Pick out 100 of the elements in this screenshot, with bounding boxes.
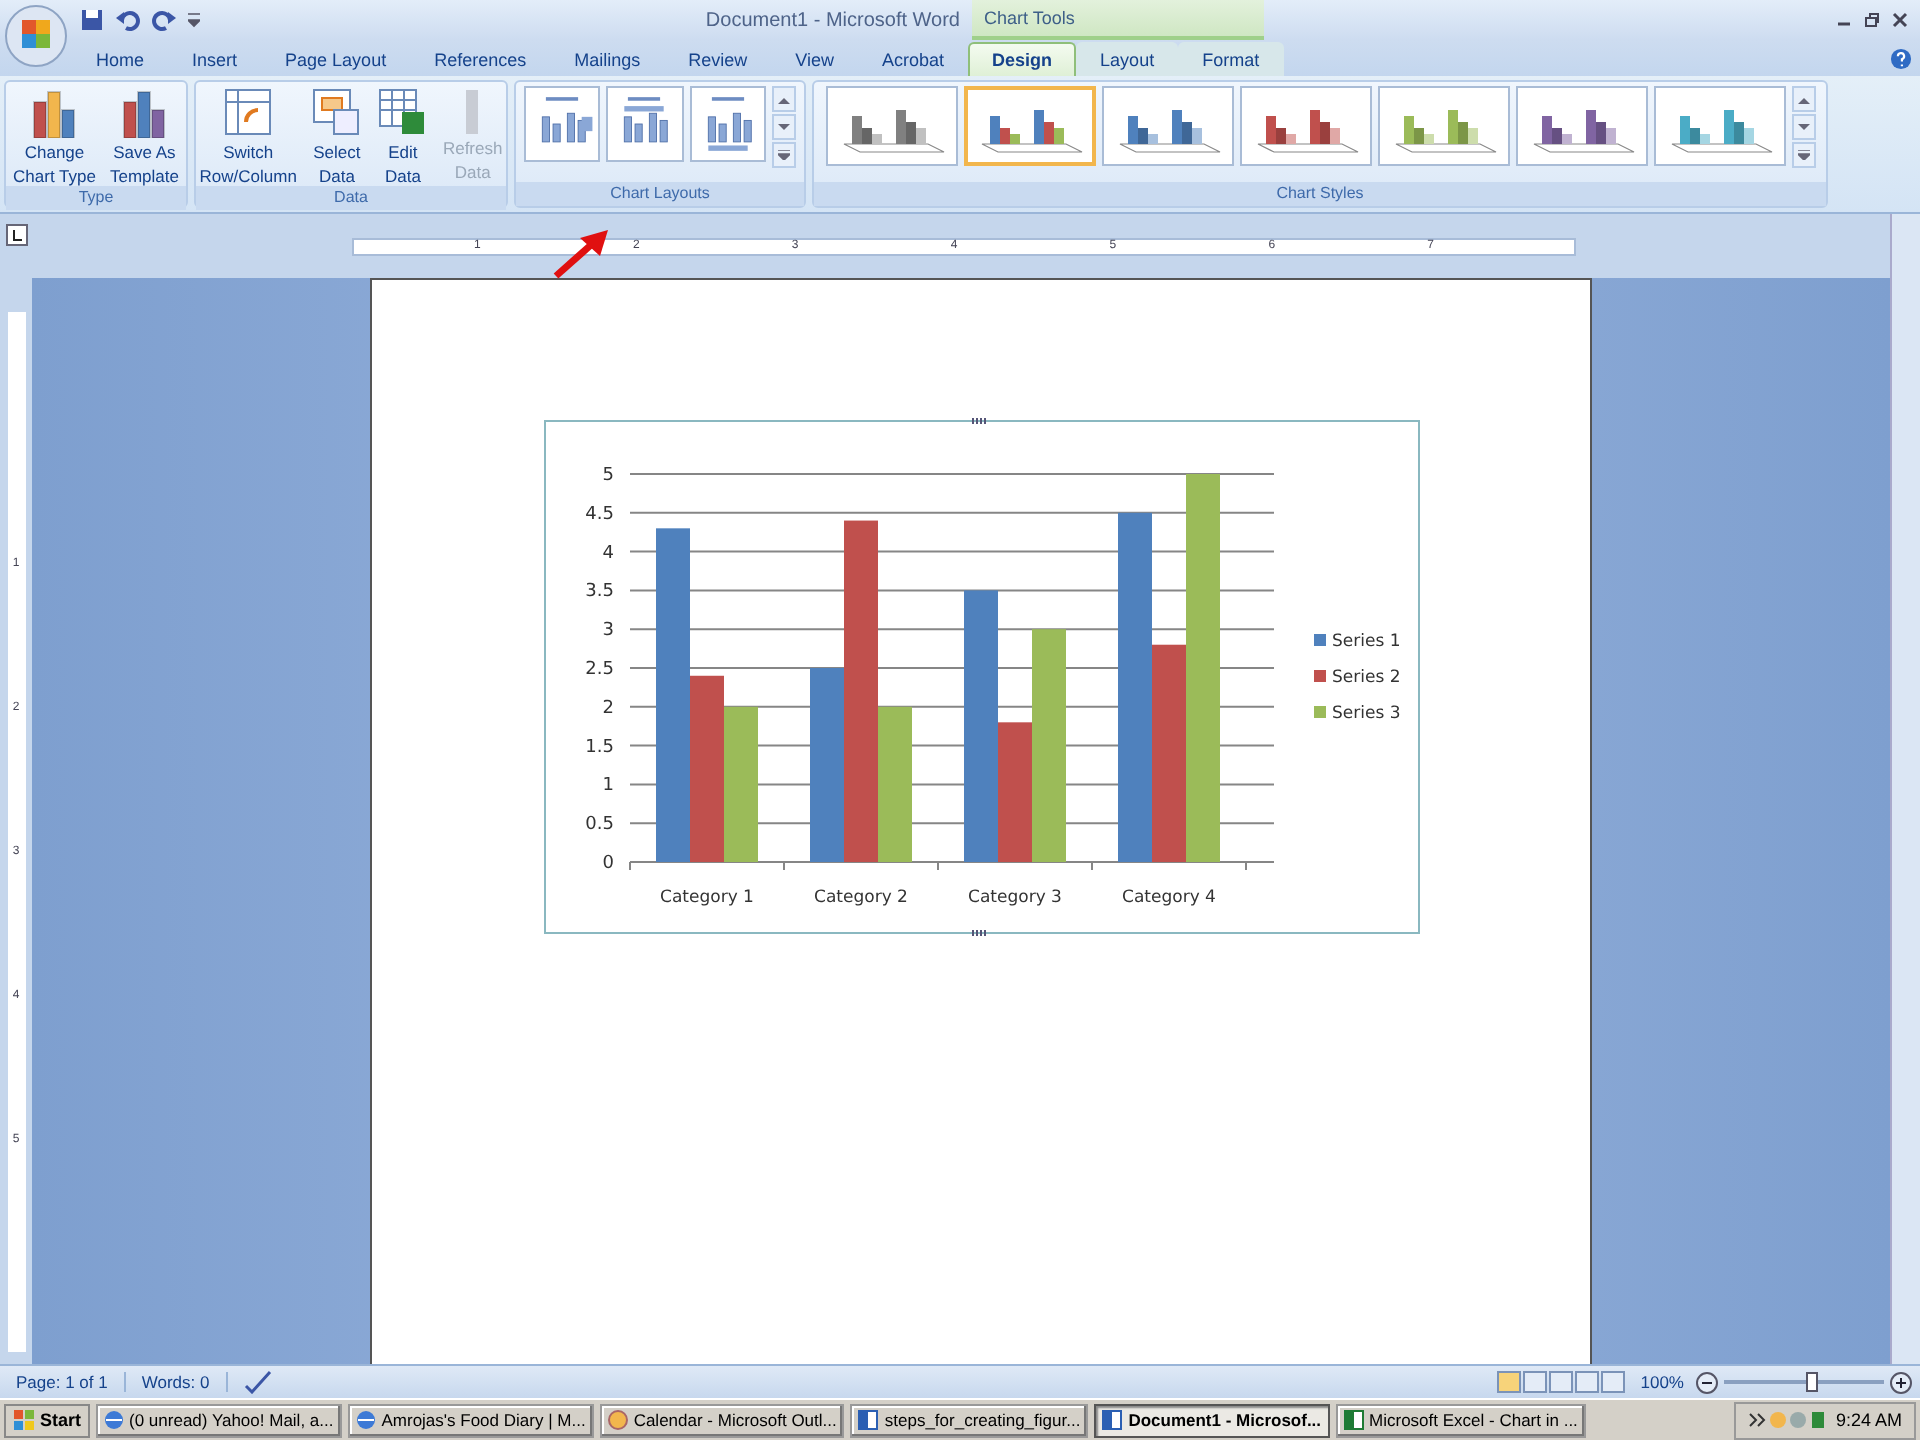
table-swap-icon <box>222 86 275 138</box>
ribbon-button[interactable]: Change Chart Type <box>9 86 100 186</box>
axis-label: 4.5 <box>584 504 613 525</box>
clock: 9:24 AM <box>1835 1410 1902 1430</box>
chart-style-option[interactable] <box>825 86 957 166</box>
taskbar-button[interactable]: Calendar - Microsoft Outl... <box>599 1403 845 1437</box>
ribbon-tab[interactable]: Home <box>72 42 169 76</box>
pointer-arrow <box>552 228 612 280</box>
page-count: Page: 1 of 1 <box>0 1372 126 1392</box>
group-label: Type <box>6 186 186 210</box>
category-label: Category 2 <box>813 888 907 908</box>
zoom-out-icon[interactable] <box>1696 1371 1718 1393</box>
tray-icons-drawing <box>1747 1410 1828 1430</box>
chart-style-option[interactable] <box>1515 86 1647 166</box>
window-title: Document1 - Microsoft Word <box>705 9 960 31</box>
axis-label: 4 <box>601 543 613 564</box>
ribbon-tab[interactable]: References <box>410 42 551 76</box>
close-icon[interactable] <box>1892 12 1908 28</box>
category-label: Category 4 <box>1121 888 1215 908</box>
view-buttons-icon[interactable] <box>1496 1370 1629 1394</box>
axis-label: 3 <box>601 621 613 642</box>
spreadsheet-icon <box>376 86 429 138</box>
down-arrow-icon <box>1797 123 1809 131</box>
ribbon-button[interactable]: Switch Row/Column <box>195 86 301 186</box>
undo-icon[interactable] <box>116 8 140 32</box>
help-icon[interactable] <box>1890 48 1912 70</box>
ribbon-tab[interactable]: Acrobat <box>858 42 969 76</box>
axis-label: 5 <box>601 466 613 486</box>
expand-icon <box>777 150 790 160</box>
group-label: Data <box>196 186 506 210</box>
chart-save-icon <box>118 86 171 138</box>
ribbon-button[interactable]: Save As Template <box>105 86 183 186</box>
document-icon <box>858 1410 879 1430</box>
ribbon-tab[interactable]: Layout <box>1076 42 1179 76</box>
chart-style-option[interactable] <box>1101 86 1233 166</box>
ribbon-tab[interactable]: Mailings <box>550 42 665 76</box>
taskbar-button[interactable]: (0 unread) Yahoo! Mail, a... <box>95 1403 342 1437</box>
legend-swatch <box>1313 670 1325 682</box>
chart-style-option[interactable] <box>1653 86 1785 166</box>
save-icon[interactable] <box>80 8 104 32</box>
taskbar-button[interactable]: Microsoft Excel - Chart in ... <box>1335 1403 1586 1437</box>
scroll-up-button[interactable] <box>771 86 796 112</box>
ribbon-button[interactable]: Edit Data <box>372 86 433 186</box>
windows-logo-icon <box>12 1408 36 1432</box>
bar-chart-icon <box>28 86 81 138</box>
legend-label: Series 2 <box>1331 668 1400 688</box>
start-button[interactable]: Start <box>4 1403 90 1437</box>
down-arrow-icon <box>777 123 790 131</box>
axis-label: 3.5 <box>584 582 613 603</box>
up-arrow-icon <box>1797 95 1809 103</box>
vertical-scrollbar[interactable] <box>1890 214 1920 1364</box>
ribbon-tab[interactable]: Design <box>968 42 1077 76</box>
globe-icon <box>355 1410 376 1430</box>
more-button[interactable] <box>771 142 796 168</box>
ribbon-tab[interactable]: Review <box>664 42 772 76</box>
chart-style-option[interactable] <box>1377 86 1509 166</box>
dropdown-icon[interactable] <box>188 12 200 28</box>
expand-icon <box>1797 150 1809 160</box>
ribbon-tab[interactable]: Page Layout <box>261 42 411 76</box>
taskbar-button[interactable]: Amrojas's Food Diary | M... <box>347 1403 594 1437</box>
table-chart-icon <box>310 86 363 138</box>
category-label: Category 3 <box>967 888 1061 908</box>
legend-swatch <box>1313 706 1325 718</box>
scroll-up-button[interactable] <box>1791 86 1815 112</box>
scroll-down-button[interactable] <box>1791 114 1815 140</box>
ribbon-tab[interactable]: Format <box>1178 42 1284 76</box>
axis-label: 2 <box>601 698 613 719</box>
chart-style-option[interactable] <box>1239 86 1371 166</box>
ribbon-button[interactable]: Select Data <box>306 86 367 186</box>
legend-label: Series 3 <box>1331 704 1400 724</box>
chart-layout-option[interactable] <box>606 86 684 162</box>
ribbon-tab[interactable]: View <box>771 42 858 76</box>
axis-label: 1 <box>601 776 613 797</box>
word-count: Words: 0 <box>125 1372 228 1392</box>
bar-chart-icon <box>462 86 483 134</box>
zoom-slider-thumb[interactable] <box>1806 1372 1818 1392</box>
more-button[interactable] <box>1791 142 1815 168</box>
taskbar-button[interactable]: steps_for_creating_figur... <box>850 1403 1089 1437</box>
globe-icon <box>103 1410 124 1430</box>
ribbon-tab[interactable]: Insert <box>168 42 262 76</box>
group-label: Chart Layouts <box>516 182 804 206</box>
zoom-percent: 100% <box>1638 1372 1686 1392</box>
category-label: Category 1 <box>659 888 753 908</box>
restore-icon[interactable] <box>1864 12 1880 28</box>
group-label: Chart Styles <box>814 182 1826 206</box>
tab-selector-icon[interactable] <box>5 224 27 246</box>
axis-label: 0 <box>601 854 613 874</box>
chart-style-option[interactable] <box>963 86 1095 166</box>
chart-layout-option[interactable] <box>524 86 601 162</box>
resize-handle[interactable] <box>971 418 987 424</box>
resize-handle[interactable] <box>971 930 987 936</box>
proofing-icon[interactable] <box>243 1370 272 1394</box>
redo-icon[interactable] <box>152 8 176 32</box>
scroll-down-button[interactable] <box>771 114 796 140</box>
up-arrow-icon <box>777 95 790 103</box>
legend-label: Series 1 <box>1331 632 1400 652</box>
zoom-in-icon[interactable] <box>1890 1371 1912 1393</box>
legend-swatch <box>1313 634 1325 646</box>
chart-layout-option[interactable] <box>689 86 766 162</box>
taskbar-button[interactable]: Document1 - Microsof... <box>1094 1403 1330 1437</box>
